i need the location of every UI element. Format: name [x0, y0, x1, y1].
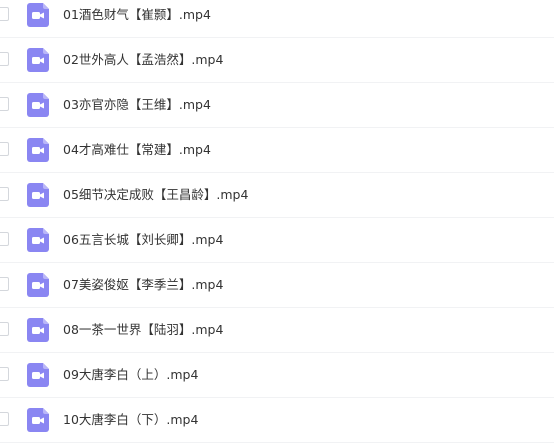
- file-name[interactable]: 09大唐李白（上）.mp4: [63, 366, 198, 384]
- video-file-icon: [27, 138, 49, 162]
- file-name[interactable]: 08一茶一世界【陆羽】.mp4: [63, 321, 223, 339]
- file-row[interactable]: 05细节决定成败【王昌龄】.mp4: [0, 173, 554, 218]
- row-checkbox[interactable]: [0, 7, 9, 21]
- video-file-icon: [27, 48, 49, 72]
- row-checkbox[interactable]: [0, 52, 9, 66]
- file-row[interactable]: 02世外高人【孟浩然】.mp4: [0, 38, 554, 83]
- file-name[interactable]: 10大唐李白（下）.mp4: [63, 411, 198, 429]
- row-checkbox[interactable]: [0, 412, 9, 426]
- file-row[interactable]: 03亦官亦隐【王维】.mp4: [0, 83, 554, 128]
- video-file-icon: [27, 408, 49, 432]
- file-row[interactable]: 06五言长城【刘长卿】.mp4: [0, 218, 554, 263]
- row-checkbox[interactable]: [0, 232, 9, 246]
- file-row[interactable]: 07美姿俊妪【李季兰】.mp4: [0, 263, 554, 308]
- file-name[interactable]: 03亦官亦隐【王维】.mp4: [63, 96, 211, 114]
- video-file-icon: [27, 363, 49, 387]
- file-name[interactable]: 04才高难仕【常建】.mp4: [63, 141, 211, 159]
- row-checkbox[interactable]: [0, 97, 9, 111]
- file-row[interactable]: 10大唐李白（下）.mp4: [0, 398, 554, 443]
- row-checkbox[interactable]: [0, 187, 9, 201]
- file-name[interactable]: 06五言长城【刘长卿】.mp4: [63, 231, 223, 249]
- file-name[interactable]: 02世外高人【孟浩然】.mp4: [63, 51, 223, 69]
- video-file-icon: [27, 228, 49, 252]
- file-name[interactable]: 05细节决定成败【王昌龄】.mp4: [63, 186, 248, 204]
- file-row[interactable]: 09大唐李白（上）.mp4: [0, 353, 554, 398]
- file-name[interactable]: 01酒色财气【崔颢】.mp4: [63, 6, 211, 24]
- file-name[interactable]: 07美姿俊妪【李季兰】.mp4: [63, 276, 223, 294]
- video-file-icon: [27, 273, 49, 297]
- video-file-icon: [27, 3, 49, 27]
- row-checkbox[interactable]: [0, 142, 9, 156]
- file-row[interactable]: 01酒色财气【崔颢】.mp4: [0, 0, 554, 38]
- file-row[interactable]: 04才高难仕【常建】.mp4: [0, 128, 554, 173]
- row-checkbox[interactable]: [0, 277, 9, 291]
- video-file-icon: [27, 318, 49, 342]
- file-row[interactable]: 08一茶一世界【陆羽】.mp4: [0, 308, 554, 353]
- file-list: 01酒色财气【崔颢】.mp4 02世外高人【孟浩然】.mp4 03亦官亦隐【王维…: [0, 0, 554, 443]
- row-checkbox[interactable]: [0, 367, 9, 381]
- row-checkbox[interactable]: [0, 322, 9, 336]
- video-file-icon: [27, 183, 49, 207]
- video-file-icon: [27, 93, 49, 117]
